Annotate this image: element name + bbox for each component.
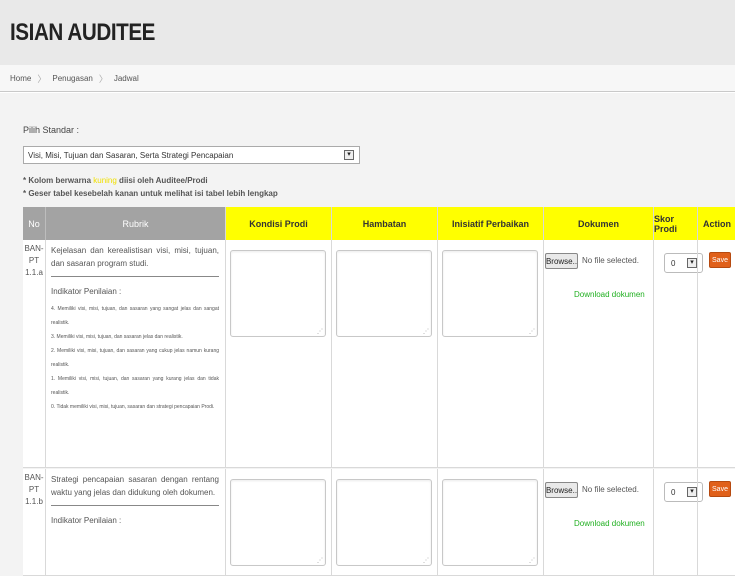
divider [331,240,332,467]
divider [543,240,544,467]
save-button[interactable]: Save [709,252,731,268]
download-document-link[interactable]: Download dokumen [574,519,645,528]
breadcrumb-penugasan[interactable]: Penugasan [52,74,92,83]
row-number: BAN-PT 1.1.a [23,240,45,467]
breadcrumb: Home 〉 Penugasan 〉 Jadwal [0,65,735,92]
browse-button[interactable]: Browse.. [545,482,578,498]
header-no: No [23,207,45,240]
resize-grip-icon[interactable]: ⋰ [423,557,429,564]
skor-value: 0 [671,258,676,268]
divider [437,469,438,575]
indikator-label: Indikator Penilaian : [51,516,122,525]
kondisi-prodi-textarea[interactable]: ⋰ [230,250,326,337]
header-action: Action [697,207,735,240]
divider [51,276,219,277]
divider [653,240,654,467]
standard-select-value: Visi, Misi, Tujuan dan Sasaran, Serta St… [28,150,234,160]
title-bar: ISIAN AUDITEE [0,0,735,65]
note1-suffix: diisi oleh Auditee/Prodi [116,176,208,185]
indikator-label: Indikator Penilaian : [51,287,122,296]
page: ISIAN AUDITEE Home 〉 Penugasan 〉 Jadwal … [0,0,735,576]
note-yellow-columns: * Kolom berwarna kuning diisi oleh Audit… [23,176,208,185]
header-hambatan: Hambatan [331,207,437,240]
header-rubrik: Rubrik [45,207,225,240]
breadcrumb-jadwal[interactable]: Jadwal [114,74,139,83]
rubrik-cell: Kejelasan dan kerealistisan visi, misi, … [51,244,219,414]
header-kondisi-prodi: Kondisi Prodi [225,207,331,240]
file-status: No file selected. [582,485,639,494]
note-scroll-table: * Geser tabel kesebelah kanan untuk meli… [23,189,278,198]
divider [437,240,438,467]
divider [543,469,544,575]
criteria-item: 0. Tidak memiliki visi, misi, tujuan, sa… [51,404,215,410]
hambatan-textarea[interactable]: ⋰ [336,250,432,337]
criteria-item: 2. Memiliki visi, misi, tujuan, dan sasa… [51,348,219,368]
divider [45,240,46,467]
standard-select[interactable]: Visi, Misi, Tujuan dan Sasaran, Serta St… [23,146,360,164]
row-number-sub: 1.1.b [25,497,43,506]
rubrik-text: Kejelasan dan kerealistisan visi, misi, … [51,246,219,268]
divider [45,469,46,575]
skor-value: 0 [671,487,676,497]
header-inisiatif-perbaikan: Inisiatif Perbaikan [437,207,543,240]
table-row: BAN-PT 1.1.a Kejelasan dan kerealistisan… [23,240,735,468]
divider [51,505,219,506]
breadcrumb-home[interactable]: Home [10,74,31,83]
criteria-item: 4. Memiliki visi, misi, tujuan, dan sasa… [51,306,219,326]
kondisi-prodi-textarea[interactable]: ⋰ [230,479,326,566]
inisiatif-perbaikan-textarea[interactable]: ⋰ [442,250,538,337]
breadcrumb-separator-icon: 〉 [37,73,47,84]
chevron-down-icon[interactable]: ▾ [687,258,697,268]
divider [331,469,332,575]
criteria-item: 1. Memiliki visi, misi, tujuan, dan sasa… [51,376,219,396]
audit-table: No Rubrik Kondisi Prodi Hambatan Inisiat… [23,207,735,576]
browse-button[interactable]: Browse.. [545,253,578,269]
page-title: ISIAN AUDITEE [10,19,156,46]
table-row: BAN-PT 1.1.b Strategi pencapaian sasaran… [23,469,735,576]
header-skor-prodi: Skor Prodi [653,207,697,240]
rubrik-text: Strategi pencapaian sasaran dengan renta… [51,475,219,497]
resize-grip-icon[interactable]: ⋰ [317,328,323,335]
save-button[interactable]: Save [709,481,731,497]
header-dokumen: Dokumen [543,207,653,240]
divider [653,469,654,575]
resize-grip-icon[interactable]: ⋰ [529,557,535,564]
row-number-code: BAN-PT [24,244,44,265]
standard-label: Pilih Standar : [23,125,80,135]
chevron-down-icon[interactable]: ▾ [344,150,354,160]
chevron-down-icon[interactable]: ▾ [687,487,697,497]
divider [697,469,698,575]
row-number-sub: 1.1.a [25,268,43,277]
row-number: BAN-PT 1.1.b [23,469,45,575]
resize-grip-icon[interactable]: ⋰ [423,328,429,335]
divider [697,240,698,467]
hambatan-textarea[interactable]: ⋰ [336,479,432,566]
row-number-code: BAN-PT [24,473,44,494]
note1-highlight: kuning [93,176,117,185]
inisiatif-perbaikan-textarea[interactable]: ⋰ [442,479,538,566]
file-status: No file selected. [582,256,639,265]
divider [225,469,226,575]
note1-prefix: * Kolom berwarna [23,176,94,185]
resize-grip-icon[interactable]: ⋰ [529,328,535,335]
criteria-item: 3. Memiliki visi, misi, tujuan, dan sasa… [51,334,183,340]
rubrik-cell: Strategi pencapaian sasaran dengan renta… [51,473,219,531]
download-document-link[interactable]: Download dokumen [574,290,645,299]
breadcrumb-separator-icon: 〉 [98,73,108,84]
resize-grip-icon[interactable]: ⋰ [317,557,323,564]
divider [225,240,226,467]
